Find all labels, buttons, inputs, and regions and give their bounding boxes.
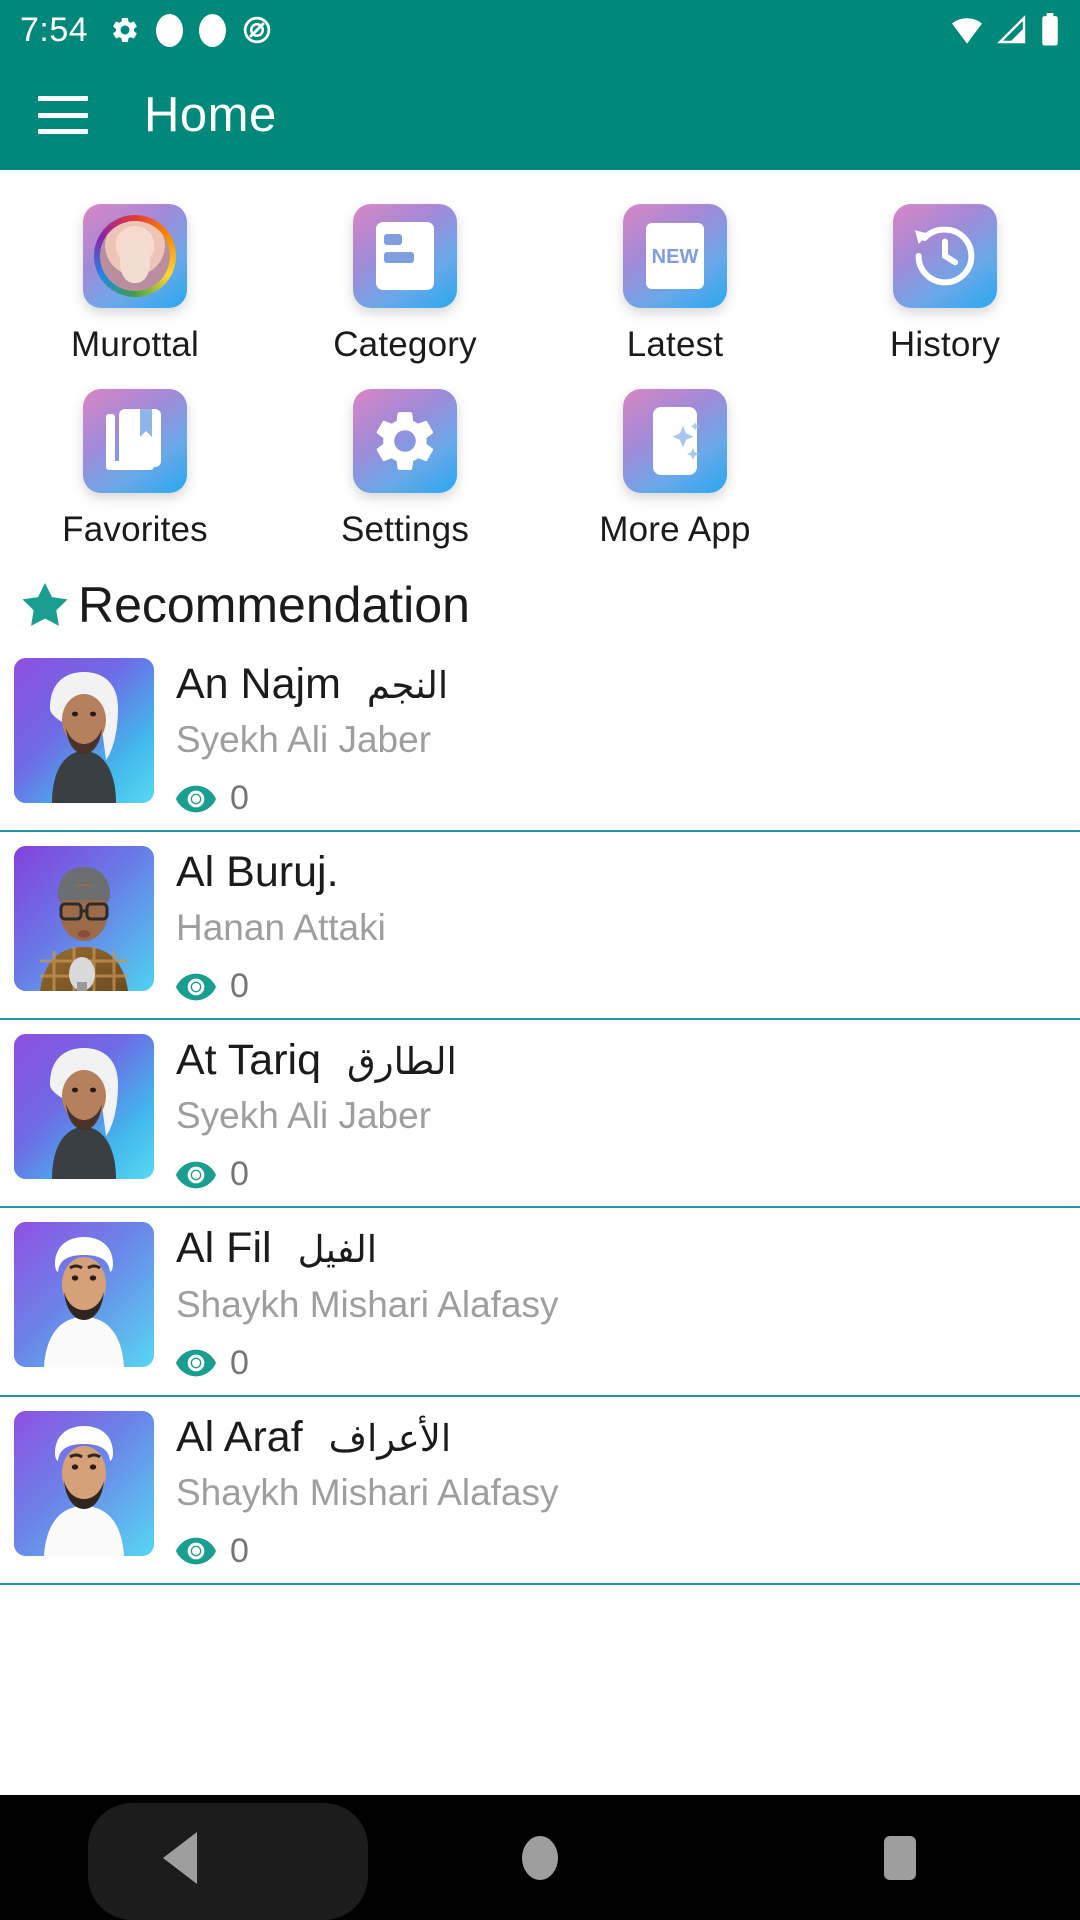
grid-item-label: History xyxy=(889,325,1001,364)
grid-item-label: Latest xyxy=(626,325,724,364)
grid-item-label: Murottal xyxy=(70,325,200,364)
grid-item-category[interactable]: Category xyxy=(270,190,540,369)
nav-home-button[interactable] xyxy=(360,1795,720,1920)
phone-sparkle-icon xyxy=(623,389,727,493)
bookmark-books-icon xyxy=(83,389,187,493)
gear-icon xyxy=(110,15,140,45)
status-bar: 7:54 xyxy=(0,0,1080,60)
view-count: 0 xyxy=(230,967,249,1006)
item-reciter: Shaykh Mishari Alafasy xyxy=(176,1283,559,1325)
grid-item-label: Favorites xyxy=(62,510,208,549)
grid-item-label: Settings xyxy=(340,510,470,549)
list-item[interactable]: Al Araf الأعراف Shaykh Mishari Alafasy 0 xyxy=(0,1396,1080,1585)
hamburger-menu-icon[interactable] xyxy=(38,96,88,134)
status-bar-system-icons xyxy=(950,13,1060,47)
app-screen: 7:54 Home Murottal Category NEW Latest H… xyxy=(0,0,1080,1920)
eye-icon xyxy=(176,1349,216,1377)
eye-icon xyxy=(176,1161,216,1189)
grid-item-favorites[interactable]: Favorites xyxy=(0,375,270,554)
item-arabic-title: الطارق xyxy=(347,1041,457,1083)
item-reciter: Hanan Attaki xyxy=(176,907,386,949)
no-entry-icon xyxy=(242,15,272,45)
status-bar-notification-icons xyxy=(110,13,272,47)
item-reciter: Syekh Ali Jaber xyxy=(176,719,432,761)
view-count: 0 xyxy=(230,1531,249,1570)
list-item[interactable]: An Najm النجم Syekh Ali Jaber 0 xyxy=(0,644,1080,833)
eye-icon xyxy=(176,1537,216,1565)
view-count: 0 xyxy=(230,779,249,818)
app-bar: Home xyxy=(0,60,1080,170)
status-bar-clock: 7:54 xyxy=(20,11,89,49)
signal-icon xyxy=(996,15,1028,45)
dot-icon xyxy=(199,13,227,47)
eye-icon xyxy=(176,785,216,813)
item-body: Al Fil الفيل Shaykh Mishari Alafasy 0 xyxy=(154,1222,1066,1382)
nav-recents-button[interactable] xyxy=(720,1795,1080,1920)
list-item[interactable]: Al Buruj. Hanan Attaki 0 xyxy=(0,832,1080,1021)
grid-item-settings[interactable]: Settings xyxy=(270,375,540,554)
system-navigation-bar xyxy=(0,1795,1080,1920)
thumbnail xyxy=(14,1410,154,1556)
thumbnail xyxy=(14,1222,154,1368)
item-body: At Tariq الطارق Syekh Ali Jaber 0 xyxy=(154,1034,1066,1194)
item-body: An Najm النجم Syekh Ali Jaber 0 xyxy=(154,658,1066,818)
item-title: Al Araf xyxy=(176,1412,303,1461)
back-triangle-icon xyxy=(163,1831,197,1884)
home-circle-icon xyxy=(522,1835,558,1880)
grid-item-history[interactable]: History xyxy=(810,190,1080,369)
list-item[interactable]: Al Fil الفيل Shaykh Mishari Alafasy 0 xyxy=(0,1208,1080,1397)
grid-item-murottal[interactable]: Murottal xyxy=(0,190,270,369)
thumbnail xyxy=(14,846,154,992)
item-title: Al Buruj. xyxy=(176,848,339,897)
item-views: 0 xyxy=(176,967,1066,1006)
thumbnail xyxy=(14,658,154,803)
clock-rotate-left-icon xyxy=(893,204,997,308)
recents-square-icon xyxy=(884,1835,916,1880)
item-arabic-title: الأعراف xyxy=(328,1417,452,1459)
item-reciter: Syekh Ali Jaber xyxy=(176,1095,432,1137)
star-icon xyxy=(18,578,72,632)
nav-back-button[interactable] xyxy=(0,1795,360,1920)
grid-item-latest[interactable]: NEW Latest xyxy=(540,190,810,369)
item-views: 0 xyxy=(176,1155,1066,1194)
view-count: 0 xyxy=(230,1155,249,1194)
avatar-portrait-icon xyxy=(83,204,187,308)
dot-icon xyxy=(156,13,184,47)
grid-item-label: More App xyxy=(599,510,751,549)
item-arabic-title: النجم xyxy=(366,665,449,706)
grid-item-label: Category xyxy=(333,325,477,364)
item-reciter: Shaykh Mishari Alafasy xyxy=(176,1471,559,1513)
grid-menu: Murottal Category NEW Latest History Fav… xyxy=(0,170,1080,554)
item-title: Al Fil xyxy=(176,1224,272,1273)
item-views: 0 xyxy=(176,1344,1066,1383)
list-card-icon xyxy=(353,204,457,308)
svg-text:NEW: NEW xyxy=(652,246,699,268)
thumbnail xyxy=(14,1034,154,1180)
new-badge-icon: NEW xyxy=(623,204,727,308)
wifi-icon xyxy=(950,15,984,45)
item-title: At Tariq xyxy=(176,1036,321,1085)
gear-icon xyxy=(353,389,457,493)
item-arabic-title: الفيل xyxy=(297,1229,378,1271)
item-views: 0 xyxy=(176,779,1066,818)
eye-icon xyxy=(176,973,216,1001)
page-title: Home xyxy=(144,88,277,142)
item-body: Al Araf الأعراف Shaykh Mishari Alafasy 0 xyxy=(154,1411,1066,1571)
item-body: Al Buruj. Hanan Attaki 0 xyxy=(154,846,1066,1006)
item-title: An Najm xyxy=(176,660,341,708)
list-item[interactable]: At Tariq الطارق Syekh Ali Jaber 0 xyxy=(0,1020,1080,1209)
view-count: 0 xyxy=(230,1343,249,1382)
grid-item-more-app[interactable]: More App xyxy=(540,375,810,554)
recommendation-heading: Recommendation xyxy=(0,554,1080,644)
battery-icon xyxy=(1040,13,1060,47)
recommendation-list: An Najm النجم Syekh Ali Jaber 0 Al Buruj… xyxy=(0,644,1080,1585)
section-title: Recommendation xyxy=(78,577,470,633)
item-views: 0 xyxy=(176,1532,1066,1571)
